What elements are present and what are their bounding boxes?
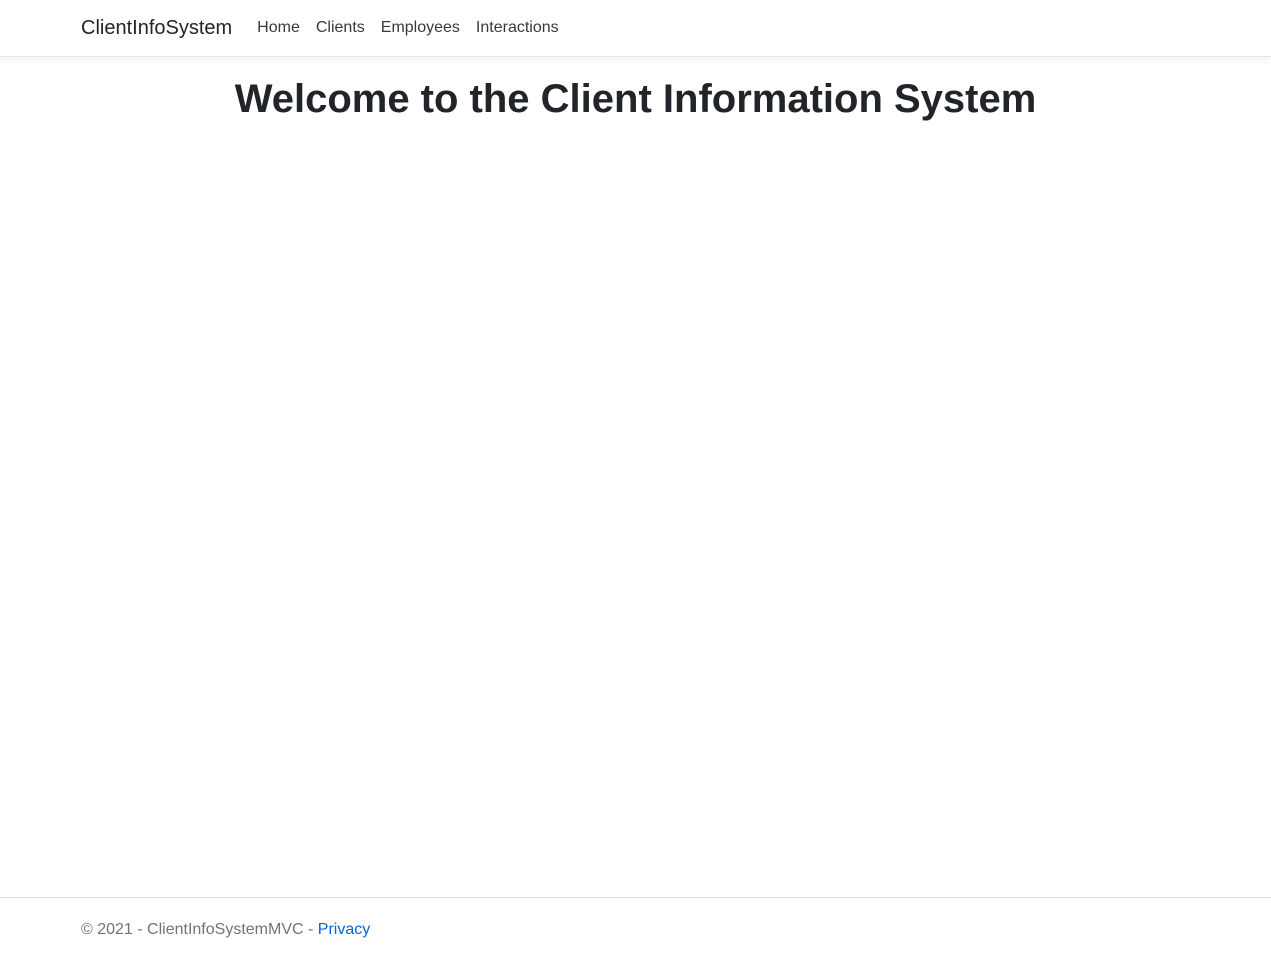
privacy-link[interactable]: Privacy — [318, 921, 370, 938]
footer-text-container: © 2021 - ClientInfoSystemMVC - Privacy — [81, 918, 370, 942]
nav-link-home[interactable]: Home — [257, 0, 300, 56]
footer-copyright: © 2021 - ClientInfoSystemMVC - — [81, 921, 318, 938]
page: ClientInfoSystem Home Clients Employees … — [0, 0, 1271, 959]
page-title: Welcome to the Client Information System — [234, 77, 1037, 121]
top-navbar: ClientInfoSystem Home Clients Employees … — [0, 0, 1271, 57]
brand-link[interactable]: ClientInfoSystem — [81, 0, 232, 56]
navbar-container: ClientInfoSystem Home Clients Employees … — [81, 0, 575, 56]
nav-link-employees[interactable]: Employees — [381, 0, 460, 56]
footer: © 2021 - ClientInfoSystemMVC - Privacy — [0, 897, 1271, 959]
nav-link-clients[interactable]: Clients — [316, 0, 365, 56]
nav-link-interactions[interactable]: Interactions — [476, 0, 559, 56]
